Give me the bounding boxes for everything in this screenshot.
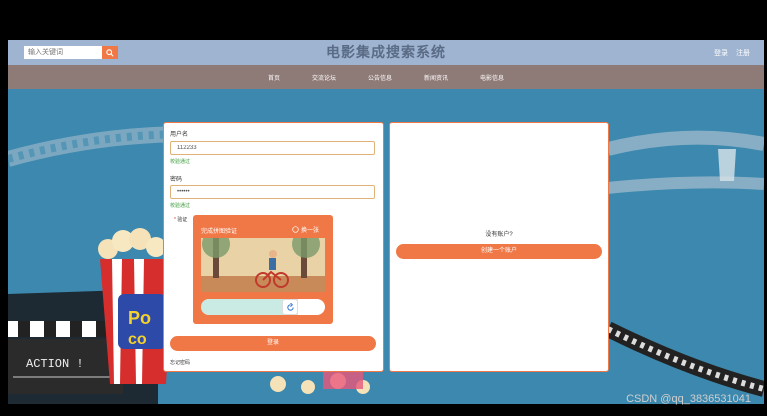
captcha-refresh-button[interactable]: 换一张: [292, 225, 319, 234]
forgot-password-link[interactable]: 忘记密码: [170, 359, 190, 366]
site-header: 电影集成搜索系统 登录 注册: [8, 40, 764, 65]
watermark-text: CSDN @qq_3836531041: [626, 393, 751, 405]
puzzle-captcha-popup: 完成拼图验证 换一张: [193, 215, 333, 324]
background-art: ACTION ! Po co: [8, 89, 764, 404]
svg-text:Po: Po: [128, 308, 151, 328]
clapperboard-art: ACTION !: [8, 321, 123, 394]
password-label: 密码: [170, 177, 183, 183]
main-nav: 首页 交流论坛 公告信息 新闻资讯 电影信息: [8, 65, 764, 89]
captcha-field-label: * 验证: [174, 216, 187, 223]
captcha-puzzle-image: [201, 238, 325, 292]
captcha-slider-track[interactable]: [201, 299, 325, 315]
nav-item-announcements[interactable]: 公告信息: [368, 73, 392, 82]
nav-item-forum[interactable]: 交流论坛: [312, 73, 336, 82]
captcha-slider-handle[interactable]: [282, 299, 298, 315]
svg-text:co: co: [128, 331, 147, 348]
trash-bin-art: [718, 149, 736, 181]
required-mark: *: [174, 217, 176, 223]
username-status: 校验通过: [170, 159, 191, 165]
refresh-arrow-icon: [286, 302, 294, 311]
nav-item-news[interactable]: 新闻资讯: [424, 73, 448, 82]
film-background-illustration: ACTION ! Po co: [8, 126, 764, 404]
login-link[interactable]: 登录: [714, 50, 728, 57]
no-account-text: 没有账户?: [485, 232, 513, 238]
register-card: 没有账户? 创建一个账户: [389, 122, 609, 372]
create-account-button[interactable]: 创建一个账户: [396, 244, 602, 259]
register-link[interactable]: 注册: [736, 50, 750, 57]
top-black-bar: [0, 0, 767, 40]
clapper-text: ACTION !: [26, 357, 84, 371]
login-button[interactable]: 登录: [170, 336, 376, 351]
username-field[interactable]: [170, 141, 375, 155]
password-status: 校验通过: [170, 203, 191, 209]
password-field[interactable]: [170, 185, 375, 199]
refresh-icon: [292, 226, 299, 233]
cyclist-illustration: [201, 238, 325, 292]
captcha-refresh-label: 换一张: [300, 228, 319, 234]
popcorn-bucket-art: Po co: [98, 228, 173, 384]
nav-item-home[interactable]: 首页: [268, 73, 280, 82]
username-label: 用户名: [170, 132, 189, 138]
site-title: 电影集成搜索系统: [326, 44, 446, 60]
nav-item-movies[interactable]: 电影信息: [480, 73, 504, 82]
captcha-title: 完成拼图验证: [201, 229, 238, 235]
bottom-black-bar: [0, 404, 767, 416]
popcorn-pile-art: [270, 369, 370, 394]
auth-links: 登录 注册: [708, 48, 750, 58]
captcha-label: 验证: [177, 217, 188, 223]
